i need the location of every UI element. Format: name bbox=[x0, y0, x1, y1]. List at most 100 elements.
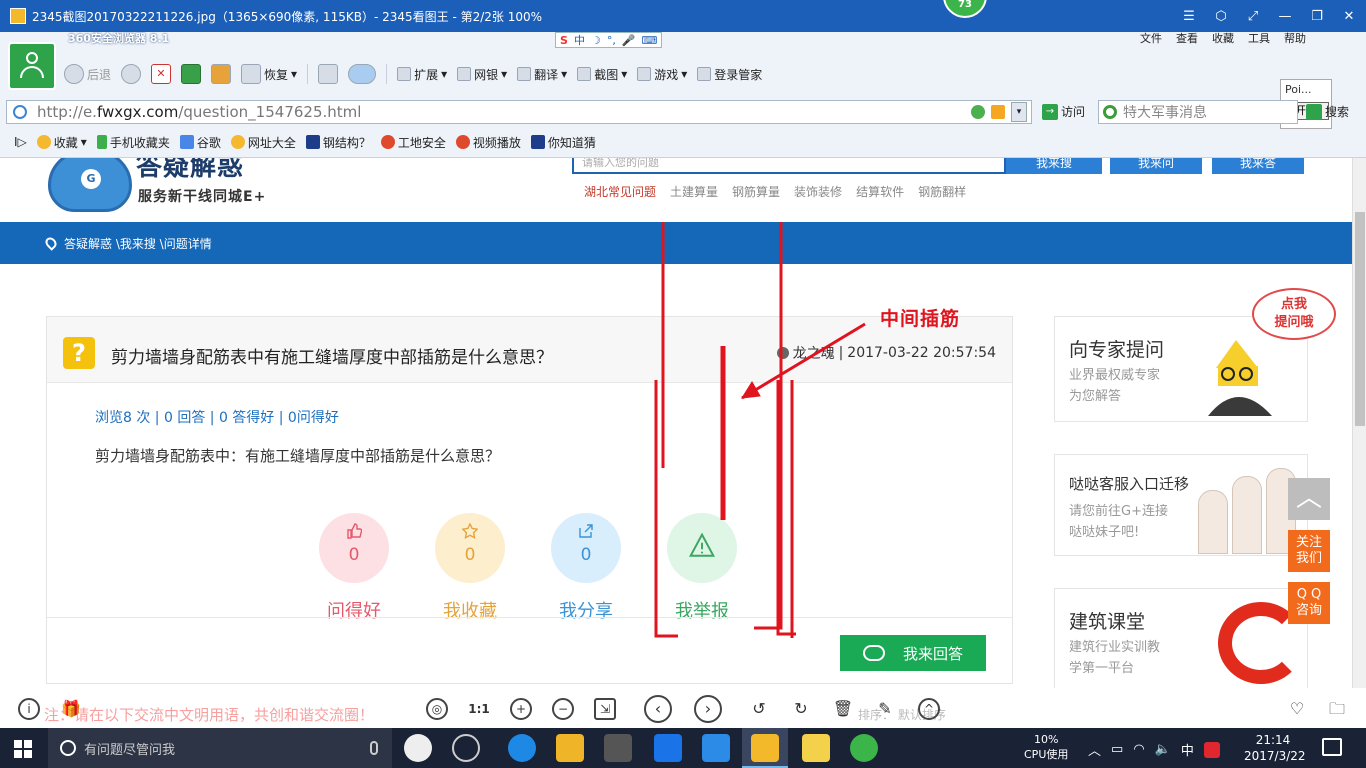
bookmark-video[interactable]: 视频播放 bbox=[455, 134, 521, 151]
bookmark-favorites[interactable]: 收藏 ▾ bbox=[36, 134, 87, 151]
menu-file[interactable]: 文件 bbox=[1140, 30, 1162, 46]
ime-punct-icon[interactable]: °, bbox=[607, 34, 616, 47]
remote-tool-icon[interactable] bbox=[702, 734, 730, 762]
fit-screen-icon[interactable]: ⇲ bbox=[594, 698, 616, 720]
microphone-icon[interactable] bbox=[370, 741, 378, 755]
bookmark-safety[interactable]: 工地安全 bbox=[380, 134, 446, 151]
edge-browser-icon[interactable] bbox=[508, 734, 536, 762]
close-button[interactable]: ✕ bbox=[1340, 9, 1358, 24]
site-search-input[interactable]: 请输入您的问题 bbox=[572, 158, 1006, 174]
mobile-button[interactable] bbox=[318, 64, 339, 84]
notification-center-icon[interactable] bbox=[1322, 738, 1342, 756]
extend-button[interactable]: 扩展 ▾ bbox=[397, 66, 447, 83]
cortana-search[interactable]: 有问题尽管问我 bbox=[48, 728, 392, 768]
sogou-logo-icon[interactable]: S bbox=[560, 34, 568, 47]
mascot-logo-icon[interactable] bbox=[48, 158, 132, 212]
breadcrumb-text[interactable]: 答疑解惑 \我来搜 \问题详情 bbox=[64, 235, 212, 252]
user-avatar[interactable] bbox=[8, 42, 56, 90]
follow-us-button[interactable]: 关注 我们 bbox=[1288, 530, 1330, 572]
glodon-icon[interactable] bbox=[654, 734, 682, 762]
image-viewer-icon[interactable] bbox=[751, 734, 779, 762]
sogou-tray-icon[interactable] bbox=[1203, 741, 1220, 758]
zoom-in-icon[interactable]: + bbox=[510, 698, 532, 720]
search-button[interactable]: 我来搜 bbox=[1006, 158, 1102, 174]
answer-top-button[interactable]: 我来答 bbox=[1212, 158, 1304, 174]
favorite-button[interactable]: 0 我收藏 bbox=[425, 513, 515, 623]
battery-icon[interactable]: ▭ bbox=[1111, 742, 1123, 757]
home-button[interactable] bbox=[211, 64, 232, 84]
bookmark-guess[interactable]: 你知道猜 bbox=[530, 134, 596, 151]
volume-icon[interactable]: 🔈 bbox=[1155, 742, 1171, 757]
ime-keyboard-icon[interactable]: ⌨ bbox=[642, 34, 658, 47]
recycle-icon[interactable] bbox=[971, 105, 985, 119]
lightning-icon[interactable] bbox=[991, 105, 1005, 119]
cloud-button[interactable] bbox=[348, 64, 377, 84]
menu-help[interactable]: 帮助 bbox=[1284, 30, 1306, 46]
ime-mic-icon[interactable]: 🎤 bbox=[622, 34, 636, 47]
back-to-top-button[interactable]: ︿ bbox=[1288, 478, 1330, 520]
maximize-button[interactable]: ❐ bbox=[1308, 9, 1326, 24]
site-logo-title[interactable]: 答疑解惑 bbox=[136, 158, 244, 183]
info-icon[interactable]: i bbox=[18, 698, 40, 720]
translate-button[interactable]: 翻译 ▾ bbox=[517, 66, 567, 83]
ask-bubble[interactable]: 点我 提问哦 bbox=[1252, 288, 1336, 340]
screenshot-button[interactable]: 截图 ▾ bbox=[577, 66, 627, 83]
visit-button[interactable]: → 访问 bbox=[1042, 103, 1085, 120]
bookmark-directory[interactable]: 网址大全 bbox=[230, 134, 296, 151]
menu-view[interactable]: 查看 bbox=[1176, 30, 1198, 46]
360-browser-icon[interactable] bbox=[850, 734, 878, 762]
restore-button[interactable]: 恢复 ▾ bbox=[241, 64, 297, 84]
answer-button[interactable]: 我来回答 bbox=[840, 635, 986, 671]
browser-search-input[interactable]: 特大军事消息 bbox=[1098, 100, 1298, 124]
skin-icon[interactable]: ⬡ bbox=[1212, 9, 1230, 24]
heart-icon[interactable]: ♡ bbox=[1286, 698, 1308, 720]
menu-favorites[interactable]: 收藏 bbox=[1212, 30, 1234, 46]
bookmark-mobile[interactable]: 手机收藏夹 bbox=[96, 134, 170, 151]
refresh-button[interactable] bbox=[181, 64, 202, 84]
ime-indicator[interactable]: 中 bbox=[1181, 740, 1194, 759]
forward-button[interactable] bbox=[121, 64, 142, 84]
hot-link[interactable]: 土建算量 bbox=[670, 183, 718, 200]
delete-icon[interactable]: 🗑 bbox=[832, 698, 854, 720]
page-scrollbar[interactable] bbox=[1352, 158, 1366, 688]
notes-icon[interactable] bbox=[802, 734, 830, 762]
qq-consult-button[interactable]: Q Q 咨询 bbox=[1288, 582, 1330, 624]
next-image-icon[interactable]: › bbox=[694, 695, 722, 723]
bookmark-google[interactable]: 谷歌 bbox=[179, 134, 221, 151]
file-explorer-icon[interactable] bbox=[556, 734, 584, 762]
login-manager-button[interactable]: 登录管家 bbox=[697, 66, 762, 83]
windows-start-icon[interactable] bbox=[14, 740, 32, 758]
browser-search-button[interactable]: 搜索 bbox=[1306, 103, 1349, 120]
hot-link[interactable]: 钢筋算量 bbox=[732, 183, 780, 200]
question-author[interactable]: 龙之魂 bbox=[793, 343, 835, 363]
previous-image-icon[interactable]: ‹ bbox=[644, 695, 672, 723]
fullscreen-icon[interactable]: ⤢ bbox=[1244, 9, 1262, 24]
scrollbar-thumb[interactable] bbox=[1355, 212, 1365, 426]
bookmark-steel[interactable]: 钢结构？ bbox=[305, 134, 371, 151]
mouse-icon[interactable]: ◎ bbox=[426, 698, 448, 720]
hot-link[interactable]: 结算软件 bbox=[856, 183, 904, 200]
taskbar-app-spiral-icon[interactable] bbox=[452, 734, 480, 762]
taskbar-clock[interactable]: 21:14 2017/3/22 bbox=[1244, 732, 1306, 764]
hot-link[interactable]: 装饰装修 bbox=[794, 183, 842, 200]
viewer-badge[interactable]: 73 bbox=[943, 0, 987, 18]
share-button[interactable]: 0 我分享 bbox=[541, 513, 631, 623]
tray-expand-icon[interactable]: ︿ bbox=[1088, 740, 1101, 759]
hot-link[interactable]: 湖北常见问题 bbox=[584, 183, 656, 200]
ime-moon-icon[interactable]: ☽ bbox=[591, 34, 601, 47]
back-button[interactable]: 后退 bbox=[64, 64, 111, 84]
sidebar-toggle-icon[interactable]: I▷ bbox=[14, 135, 27, 149]
like-question-button[interactable]: 0 问得好 bbox=[309, 513, 399, 623]
hot-link[interactable]: 钢筋翻样 bbox=[918, 183, 966, 200]
wifi-icon[interactable]: ◠ bbox=[1133, 742, 1144, 757]
netbank-button[interactable]: 网银 ▾ bbox=[457, 66, 507, 83]
gift-icon[interactable]: 🎁 bbox=[60, 698, 82, 720]
rotate-left-icon[interactable]: ↺ bbox=[748, 698, 770, 720]
minimize-button[interactable]: — bbox=[1276, 9, 1294, 24]
stop-button[interactable]: ✕ bbox=[151, 64, 172, 84]
collapse-icon[interactable]: ^ bbox=[918, 698, 940, 720]
address-url[interactable]: http://e.fwxgx.com/question_1547625.html bbox=[37, 103, 361, 121]
folder-icon[interactable]: 🗀 bbox=[1326, 698, 1348, 720]
address-dropdown-icon[interactable]: ▾ bbox=[1011, 102, 1027, 122]
edit-icon[interactable]: ✎ bbox=[874, 698, 896, 720]
